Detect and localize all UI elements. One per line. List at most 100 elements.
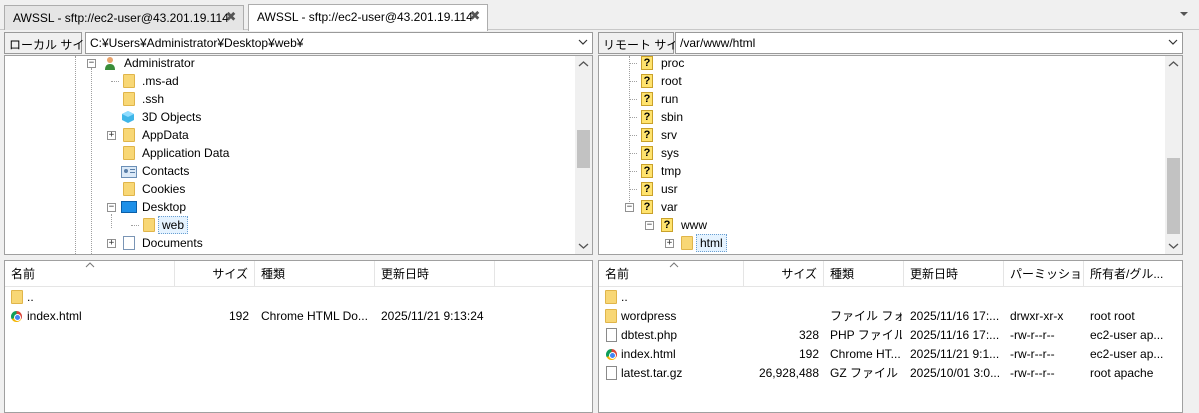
tree-item-label: 3D Objects [142,110,202,124]
tab-bar: AWSSL - sftp://ec2-user@43.201.19.114 ✖ … [0,0,1199,31]
file-size: 192 [798,347,819,361]
chrome-icon [11,311,22,322]
tree-item-run[interactable]: ? run [599,90,1165,108]
remote-tree-scrollbar[interactable] [1165,56,1182,254]
tree-item-application-data[interactable]: Application Data [5,144,575,162]
scroll-thumb[interactable] [1167,158,1180,234]
contacts-icon [121,165,137,178]
unknown-folder-icon: ? [641,74,653,88]
tree-item-usr[interactable]: ? usr [599,180,1165,198]
documents-icon [123,236,135,250]
tree-item-label: usr [661,182,678,196]
remote-directory-tree[interactable]: ? proc ? root ? run ? sbin ? srv ? sys ?… [598,55,1183,255]
chrome-icon [606,349,617,360]
tree-item-administrator[interactable]: − Administrator [5,56,575,72]
local-directory-tree[interactable]: − Administrator .ms-ad .ssh 3D Objects +… [4,55,593,255]
tree-item-label: root [661,74,682,88]
close-tab-icon[interactable]: ✖ [469,9,481,22]
file-icon [606,366,617,380]
file-size: 328 [798,328,819,342]
tree-item-desktop[interactable]: − Desktop [5,198,575,216]
column-name[interactable]: 名前 [5,261,175,287]
remote-site-label: リモート サイト: [598,32,694,54]
column-name[interactable]: 名前 [599,261,744,287]
scroll-up-icon[interactable] [578,60,589,68]
tree-item-web[interactable]: web [5,216,575,234]
tree-item-contacts[interactable]: Contacts [5,162,575,180]
file-type: Chrome HT... [830,347,901,361]
scroll-up-icon[interactable] [1168,60,1179,68]
local-tree-scrollbar[interactable] [575,56,592,254]
tree-item-proc[interactable]: ? proc [599,56,1165,72]
tree-item-cookies[interactable]: Cookies [5,180,575,198]
unknown-folder-icon: ? [641,128,653,142]
tree-connector [629,81,637,82]
tree-item-html[interactable]: + html [599,234,1165,252]
column-modified[interactable]: 更新日時 [375,261,495,287]
tree-item-tmp[interactable]: ? tmp [599,162,1165,180]
tree-item-label: AppData [142,128,189,142]
tree-connector [629,171,637,172]
tab-session-2[interactable]: AWSSL - sftp://ec2-user@43.201.19.114 ✖ [248,4,488,31]
file-row[interactable]: .. [5,288,592,307]
collapse-icon[interactable]: − [107,203,116,212]
column-modified[interactable]: 更新日時 [904,261,1004,287]
column-size[interactable]: サイズ [744,261,824,287]
column-type[interactable]: 種類 [824,261,904,287]
chevron-down-icon[interactable] [578,38,588,46]
tree-item-www[interactable]: − ? www [599,216,1165,234]
tree-item-root[interactable]: ? root [599,72,1165,90]
tree-item-sbin[interactable]: ? sbin [599,108,1165,126]
close-tab-icon[interactable]: ✖ [225,10,237,23]
file-name: wordpress [621,309,677,323]
expand-icon[interactable]: + [665,239,674,248]
tree-item-documents[interactable]: + Documents [5,234,575,252]
tab-list-dropdown-icon[interactable] [1179,9,1189,19]
file-name: latest.tar.gz [621,366,683,380]
column-type[interactable]: 種類 [255,261,375,287]
collapse-icon[interactable]: − [645,221,654,230]
remote-file-list[interactable]: 名前 サイズ 種類 更新日時 パーミッション 所有者/グル... .. word… [598,260,1183,413]
file-row[interactable]: .. [599,288,1182,307]
tree-item-label: var [661,200,678,214]
column-permissions[interactable]: パーミッション [1004,261,1084,287]
column-owner-group[interactable]: 所有者/グル... [1084,261,1170,287]
file-permissions: -rw-r--r-- [1010,328,1055,342]
expand-icon[interactable]: + [107,239,116,248]
tab-label: AWSSL - sftp://ec2-user@43.201.19.114 [257,10,473,24]
file-size: 26,928,488 [758,366,819,380]
unknown-folder-icon: ? [641,110,653,124]
file-row[interactable]: latest.tar.gz 26,928,488 GZ ファイル 2025/10… [599,364,1182,383]
expand-icon[interactable]: + [107,131,116,140]
file-row[interactable]: index.html 192 Chrome HTML Do... 2025/11… [5,307,592,326]
folder-icon [681,236,693,250]
tree-item-ms-ad[interactable]: .ms-ad [5,72,575,90]
remote-path-combobox[interactable]: /var/www/html [675,32,1183,54]
file-row[interactable]: wordpress ファイル フォ... 2025/11/16 17:... d… [599,307,1182,326]
tree-item-appdata[interactable]: + AppData [5,126,575,144]
local-file-list[interactable]: 名前 サイズ 種類 更新日時 .. index.html 192 Chrome … [4,260,593,413]
tree-item-label: sys [661,146,679,160]
tree-item-var[interactable]: − ? var [599,198,1165,216]
file-icon [606,328,617,342]
file-permissions: drwxr-xr-x [1010,309,1064,323]
tree-item-ssh[interactable]: .ssh [5,90,575,108]
chevron-down-icon[interactable] [1168,38,1178,46]
file-row[interactable]: dbtest.php 328 PHP ファイル 2025/11/16 17:..… [599,326,1182,345]
tree-item-3d-objects[interactable]: 3D Objects [5,108,575,126]
scroll-down-icon[interactable] [578,242,589,250]
tab-session-1[interactable]: AWSSL - sftp://ec2-user@43.201.19.114 ✖ [4,5,244,30]
unknown-folder-icon: ? [641,92,653,106]
column-size[interactable]: サイズ [175,261,255,287]
tree-item-sys[interactable]: ? sys [599,144,1165,162]
file-modified: 2025/11/21 9:13:24 [381,309,484,323]
scroll-thumb[interactable] [577,130,590,168]
file-modified: 2025/11/16 17:... [910,328,1000,342]
file-owner: ec2-user ap... [1090,347,1164,361]
collapse-icon[interactable]: − [625,203,634,212]
file-row[interactable]: index.html 192 Chrome HT... 2025/11/21 9… [599,345,1182,364]
tree-item-srv[interactable]: ? srv [599,126,1165,144]
collapse-icon[interactable]: − [87,59,96,68]
local-path-combobox[interactable]: C:¥Users¥Administrator¥Desktop¥web¥ [85,32,593,54]
scroll-down-icon[interactable] [1168,242,1179,250]
